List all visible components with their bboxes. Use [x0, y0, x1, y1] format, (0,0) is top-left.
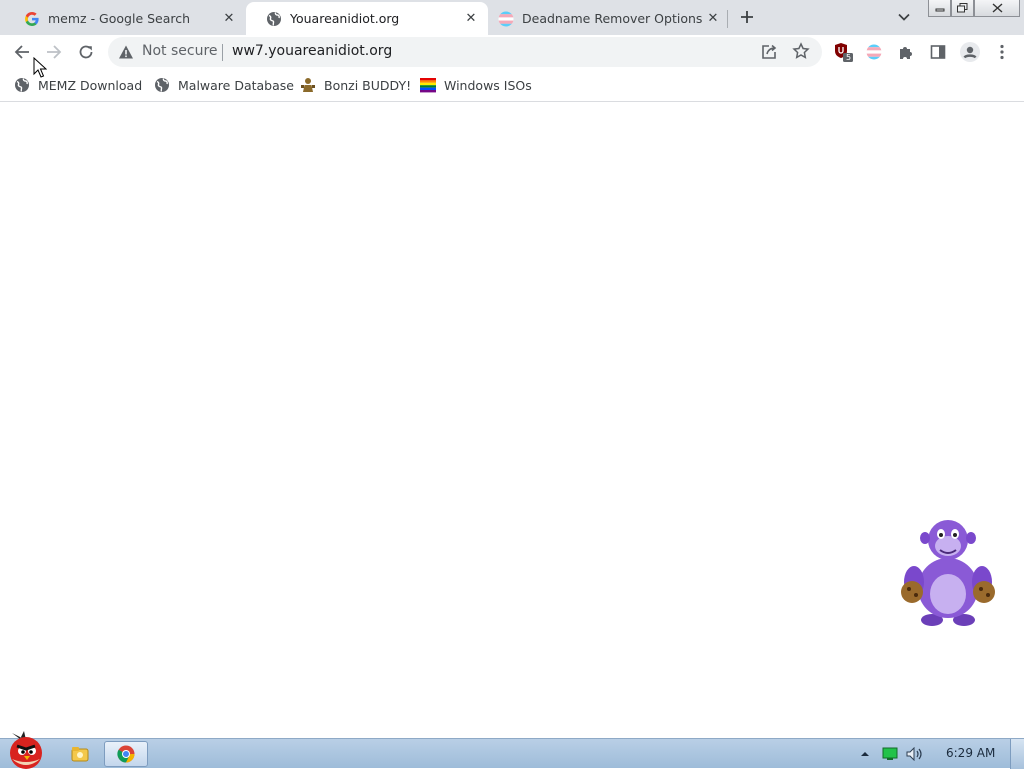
- reload-button[interactable]: [72, 38, 100, 66]
- deadname-remover-extension-button[interactable]: [860, 38, 888, 66]
- omnibox-divider: [222, 44, 223, 61]
- ublock-badge: 5: [846, 53, 852, 62]
- network-icon[interactable]: [882, 747, 900, 761]
- url-text[interactable]: ww7.youareanidiot.org: [232, 43, 392, 59]
- google-g-icon: [25, 11, 39, 26]
- back-button[interactable]: [8, 38, 36, 66]
- bookmark-bonzi-buddy[interactable]: Bonzi BUDDY!: [300, 76, 411, 94]
- show-desktop-button[interactable]: [1010, 739, 1024, 769]
- taskbar: 6:29 AM: [0, 731, 1024, 769]
- security-status[interactable]: Not secure: [142, 43, 218, 59]
- angry-bird-start-icon[interactable]: [2, 729, 50, 769]
- arrow-right-icon: [47, 45, 62, 59]
- explorer-icon: [71, 747, 89, 762]
- extensions-button[interactable]: [892, 38, 920, 66]
- bookmark-star-icon[interactable]: [792, 42, 810, 60]
- close-tab-icon[interactable]: ✕: [462, 10, 480, 28]
- show-hidden-icons[interactable]: [860, 750, 870, 758]
- address-bar[interactable]: Not secure ww7.youareanidiot.org: [108, 37, 822, 67]
- chevron-down-icon: [898, 13, 910, 21]
- chrome-icon: [117, 745, 135, 763]
- taskbar-chrome[interactable]: [104, 741, 148, 767]
- profile-button[interactable]: [956, 38, 984, 66]
- bookmark-windows-isos[interactable]: Windows ISOs: [420, 76, 532, 94]
- tab-title: memz - Google Search: [48, 11, 191, 26]
- tab-strip: memz - Google Search ✕ Youareanidiot.org…: [0, 0, 1024, 35]
- ublock-extension-button[interactable]: 5: [830, 38, 858, 66]
- taskbar-explorer[interactable]: [58, 741, 102, 767]
- share-icon[interactable]: [760, 43, 778, 61]
- puzzle-icon: [900, 47, 912, 59]
- plus-icon: [741, 11, 753, 23]
- taskbar-clock[interactable]: 6:29 AM: [946, 746, 995, 760]
- profile-icon: [960, 42, 980, 62]
- tab-google-search[interactable]: memz - Google Search ✕: [4, 2, 246, 35]
- kebab-menu-icon: [1000, 44, 1004, 60]
- close-tab-icon[interactable]: ✕: [220, 10, 238, 28]
- close-tab-icon[interactable]: ✕: [704, 10, 722, 28]
- bookmark-label: Malware Database: [178, 77, 294, 93]
- minimize-icon: [935, 8, 944, 12]
- reload-icon: [79, 45, 93, 59]
- close-icon: [992, 3, 1002, 13]
- minimize-button[interactable]: [928, 0, 951, 17]
- trans-flag-icon: [498, 11, 514, 26]
- tab-title: Youareanidiot.org: [290, 11, 400, 26]
- new-tab-button[interactable]: [736, 6, 758, 28]
- tab-divider: [727, 10, 728, 28]
- bonzi-buddy-character[interactable]: [892, 514, 1004, 630]
- close-window-button[interactable]: [974, 0, 1020, 17]
- globe-icon: [267, 11, 281, 26]
- globe-icon: [15, 78, 29, 92]
- bookmark-label: Bonzi BUDDY!: [324, 77, 412, 93]
- warning-triangle-icon[interactable]: [118, 44, 134, 60]
- bookmark-label: MEMZ Download: [38, 77, 143, 93]
- bookmark-malware-database[interactable]: Malware Database: [154, 76, 294, 94]
- tab-title: Deadname Remover Options: [522, 11, 703, 26]
- restore-icon: [957, 3, 968, 13]
- bookmarks-bar: MEMZ Download Malware Database Bonzi BUD…: [0, 69, 1024, 102]
- page-content[interactable]: [0, 102, 1024, 738]
- bonzi-icon: [301, 78, 315, 92]
- trans-flag-extension-icon: [866, 44, 882, 60]
- mouse-cursor-icon: [33, 57, 47, 78]
- ublock-icon: [835, 43, 853, 62]
- tab-search-button[interactable]: [894, 8, 914, 26]
- side-panel-button[interactable]: [924, 38, 952, 66]
- tab-deadname-remover[interactable]: Deadname Remover Options ✕: [488, 2, 730, 35]
- side-panel-icon: [930, 45, 946, 59]
- arrow-left-icon: [14, 45, 29, 59]
- bookmark-label: Windows ISOs: [444, 77, 532, 93]
- tab-youareanidiot[interactable]: Youareanidiot.org ✕: [246, 2, 488, 35]
- globe-icon: [155, 78, 169, 92]
- menu-button[interactable]: [988, 38, 1016, 66]
- restore-button[interactable]: [951, 0, 974, 17]
- rainbow-icon: [420, 78, 436, 93]
- volume-icon[interactable]: [906, 747, 924, 761]
